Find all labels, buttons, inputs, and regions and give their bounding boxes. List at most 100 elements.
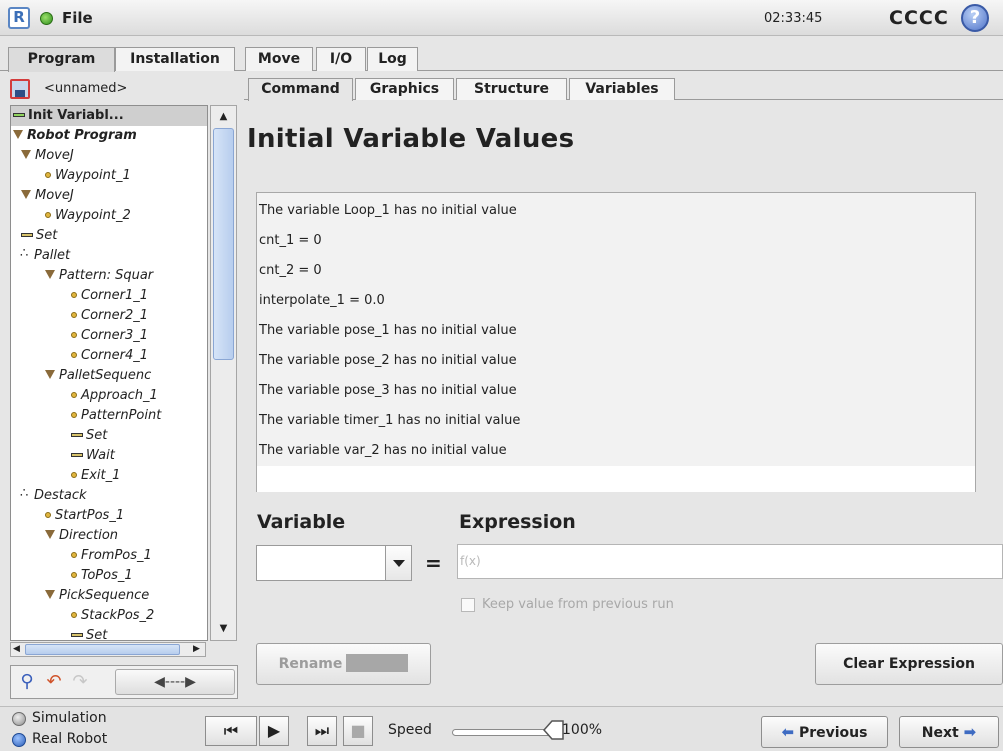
tab-structure[interactable]: Structure [456, 78, 567, 100]
tree-vertical-scrollbar[interactable]: ▲ ▼ [210, 105, 237, 641]
tree-node[interactable]: Robot Program [13, 126, 207, 146]
list-item[interactable]: The variable pose_3 has no initial value [259, 376, 517, 406]
list-item[interactable]: cnt_2 = 0 [259, 256, 322, 286]
program-tree-pane: <unnamed> Init Variabl... Robot Program Mo… [8, 76, 238, 707]
previous-label: Previous [798, 725, 868, 741]
tab-variables[interactable]: Variables [569, 78, 675, 100]
program-tree[interactable]: Init Variabl... Robot Program MoveJ Waypoin… [10, 105, 208, 641]
tree-horizontal-scrollbar[interactable]: ◀ ▶ [10, 642, 206, 657]
real-robot-radio-icon[interactable] [12, 733, 26, 747]
tree-node-label: Corner2_1 [81, 308, 148, 323]
tab-graphics[interactable]: Graphics [355, 78, 454, 100]
keep-value-checkbox[interactable] [461, 598, 475, 612]
step-icon[interactable]: ⏭ [307, 716, 337, 746]
chevron-down-icon[interactable] [385, 546, 411, 580]
clear-expression-button[interactable]: Clear Expression [815, 643, 1003, 685]
status-dot-icon [40, 12, 53, 25]
scroll-thumb[interactable] [213, 128, 234, 360]
tree-toolbar: ⚲ ↶ ↷ ◀----▶ [10, 665, 238, 699]
tab-command[interactable]: Command [248, 78, 353, 101]
tree-node[interactable]: Approach_1 [71, 386, 207, 406]
waypoint-icon [45, 172, 51, 178]
tree-node[interactable]: FromPos_1 [71, 546, 207, 566]
tree-node[interactable]: Init Variabl... [11, 106, 207, 126]
speed-slider-knob[interactable] [543, 719, 564, 741]
tree-node-label: MoveJ [35, 148, 74, 163]
tab-io[interactable]: I/O [316, 47, 366, 71]
tree-node[interactable]: Corner3_1 [71, 326, 207, 346]
set-node-icon [71, 633, 83, 637]
tree-node[interactable]: StackPos_2 [71, 606, 207, 626]
tab-move[interactable]: Move [245, 47, 313, 71]
tab-installation[interactable]: Installation [115, 47, 235, 71]
tree-node[interactable]: Exit_1 [71, 466, 207, 486]
list-item[interactable]: interpolate_1 = 0.0 [259, 286, 385, 316]
tree-node-label: StackPos_2 [81, 608, 155, 623]
play-icon[interactable]: ▶ [259, 716, 289, 746]
waypoint-icon [71, 352, 77, 358]
list-item[interactable]: The variable Loop_1 has no initial value [259, 196, 517, 226]
tree-node[interactable]: Pallet [20, 244, 207, 266]
tree-node[interactable]: Wait [71, 446, 207, 466]
tree-node[interactable]: Pattern: Squar [45, 266, 207, 286]
tree-node[interactable]: Corner4_1 [71, 346, 207, 366]
tree-node[interactable]: StartPos_1 [45, 506, 207, 526]
expression-input[interactable]: f(x) [457, 544, 1003, 579]
scroll-left-icon[interactable]: ◀ [13, 643, 20, 656]
horizontal-scroll-thumb[interactable] [25, 644, 180, 655]
tree-node[interactable]: Set [21, 226, 207, 246]
scroll-right-icon[interactable]: ▶ [193, 643, 200, 656]
tree-node-label: MoveJ [35, 188, 74, 203]
tree-node[interactable]: ToPos_1 [71, 566, 207, 586]
simulation-radio-icon[interactable] [12, 712, 26, 726]
scroll-down-icon[interactable]: ▼ [211, 618, 236, 640]
redo-icon[interactable]: ↷ [67, 669, 93, 695]
variable-list[interactable]: The variable Loop_1 has no initial value… [256, 192, 976, 492]
tree-node[interactable]: Corner1_1 [71, 286, 207, 306]
waypoint-icon [71, 572, 77, 578]
variable-select[interactable] [256, 545, 412, 581]
pallet-icon [20, 484, 31, 504]
stop-icon[interactable]: ■ [343, 716, 373, 746]
list-item[interactable]: cnt_1 = 0 [259, 226, 322, 256]
next-button[interactable]: Next ➡ [899, 716, 999, 748]
simulation-label[interactable]: Simulation [32, 710, 107, 726]
help-icon[interactable]: ? [961, 4, 989, 32]
scroll-up-icon[interactable]: ▲ [211, 106, 236, 128]
file-menu[interactable]: File [62, 9, 93, 27]
tree-node[interactable]: MoveJ [21, 186, 207, 206]
expand-triangle-icon [45, 370, 55, 379]
tab-log[interactable]: Log [367, 47, 418, 71]
tree-node[interactable]: Set [71, 426, 207, 446]
tree-node[interactable]: PalletSequenc [45, 366, 207, 386]
tree-node[interactable]: Corner2_1 [71, 306, 207, 326]
tree-node[interactable]: Waypoint_2 [45, 206, 207, 226]
tree-node-label: Init Variabl... [28, 108, 124, 123]
list-item[interactable]: The variable timer_1 has no initial valu… [259, 406, 520, 436]
tree-node[interactable]: Waypoint_1 [45, 166, 207, 186]
save-icon[interactable] [10, 79, 30, 99]
waypoint-icon [71, 472, 77, 478]
undo-icon[interactable]: ↶ [41, 669, 67, 695]
tab-program[interactable]: Program [8, 47, 115, 72]
tree-node[interactable]: PickSequence [45, 586, 207, 606]
skip-to-start-icon[interactable]: ⏮ [205, 716, 257, 746]
tree-node[interactable]: Set [71, 626, 207, 640]
previous-button[interactable]: ⬅ Previous [761, 716, 888, 748]
real-robot-label[interactable]: Real Robot [32, 731, 107, 747]
tree-node[interactable]: Direction [45, 526, 207, 546]
search-icon[interactable]: ⚲ [14, 669, 40, 695]
tree-node[interactable]: MoveJ [21, 146, 207, 166]
list-item[interactable]: The variable var_2 has no initial value [259, 436, 507, 466]
set-node-icon [71, 433, 83, 437]
tree-node[interactable]: PatternPoint [71, 406, 207, 426]
rename-button[interactable]: Rename [256, 643, 431, 685]
tree-node[interactable]: Destack [20, 484, 207, 506]
clock: 02:33:45 [764, 11, 823, 26]
waypoint-icon [71, 312, 77, 318]
speed-slider[interactable] [452, 729, 557, 736]
list-item[interactable]: The variable pose_1 has no initial value [259, 316, 517, 346]
list-item[interactable]: The variable pose_2 has no initial value [259, 346, 517, 376]
robot-name: CCCC [889, 7, 949, 29]
move-node-icon[interactable]: ◀----▶ [115, 669, 235, 695]
